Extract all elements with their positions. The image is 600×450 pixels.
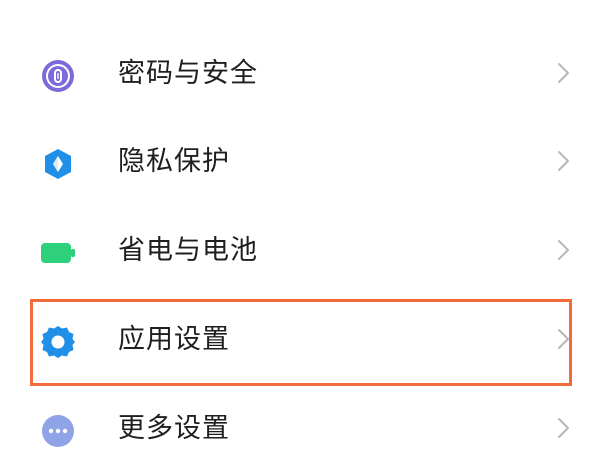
settings-item-label: 更多设置 (118, 413, 230, 444)
settings-item-label: 隐私保护 (118, 146, 230, 177)
settings-item-battery[interactable]: 省电与电池 (0, 221, 600, 281)
settings-item-password-security[interactable]: 密码与安全 (0, 44, 600, 104)
settings-item-label: 省电与电池 (118, 235, 258, 266)
settings-item-more-settings[interactable]: 更多设置 (0, 399, 600, 450)
battery-icon (40, 235, 76, 271)
settings-item-label: 密码与安全 (118, 58, 258, 89)
settings-list: 密码与安全 隐私保护 省电与电池 应用设置 更多设置 (0, 0, 600, 450)
settings-item-privacy-protection[interactable]: 隐私保护 (0, 132, 600, 192)
chevron-right-icon (548, 235, 578, 265)
more-dots-icon (40, 413, 76, 449)
privacy-shield-icon (40, 146, 76, 182)
chevron-right-icon (548, 146, 578, 176)
fingerprint-icon (40, 58, 76, 94)
chevron-right-icon (548, 58, 578, 88)
chevron-right-icon (548, 413, 578, 443)
highlight-box (30, 299, 572, 386)
